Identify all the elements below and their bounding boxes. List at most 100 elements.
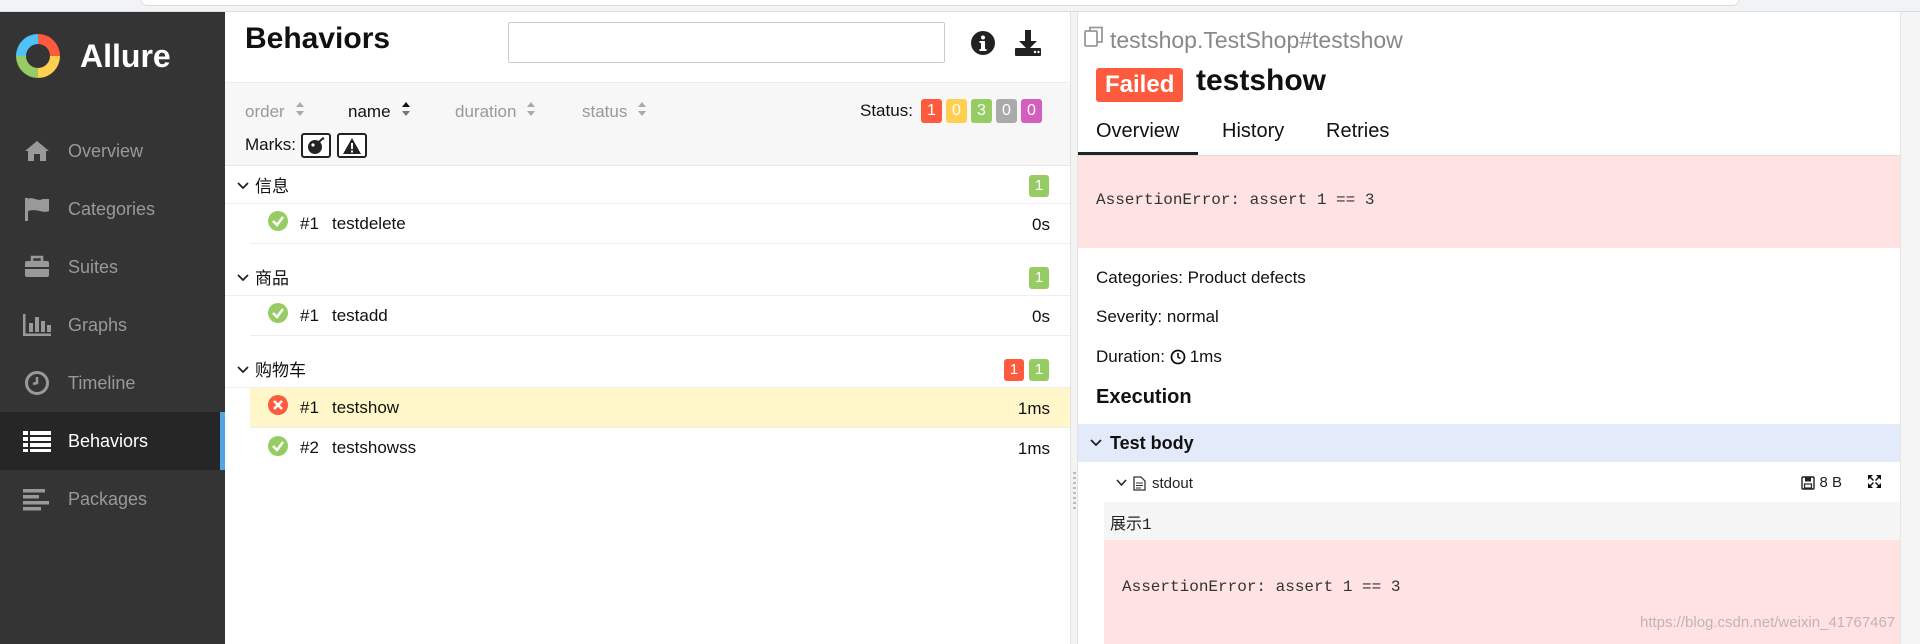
status-filter-passed[interactable]: 3	[971, 99, 992, 123]
test-duration: 1ms	[1017, 399, 1050, 418]
sort-status[interactable]: status	[582, 101, 647, 122]
test-body-section[interactable]: Test body	[1078, 424, 1900, 462]
search-input[interactable]	[508, 22, 945, 63]
briefcase-icon	[22, 255, 52, 279]
sort-order[interactable]: order	[245, 101, 305, 122]
test-name: testshow	[332, 397, 400, 417]
app-name: Allure	[80, 37, 171, 74]
status-filter-unknown[interactable]: 0	[1021, 99, 1042, 123]
download-icon[interactable]	[1013, 28, 1043, 63]
chevron-down-icon	[1090, 439, 1102, 447]
sidebar-item-suites[interactable]: Suites	[0, 238, 225, 296]
tab-overview[interactable]: Overview	[1096, 120, 1179, 143]
attachment-row[interactable]: stdout 8 B	[1108, 466, 1900, 500]
duration-value: 1ms	[1189, 347, 1222, 366]
test-title: testshow	[1196, 64, 1327, 97]
align-left-icon	[22, 487, 52, 511]
file-icon	[1133, 475, 1146, 491]
attachment-name: stdout	[1152, 474, 1193, 492]
list-icon	[22, 429, 52, 453]
chevron-down-icon	[237, 175, 249, 195]
group-header[interactable]: 信息 1	[225, 166, 1070, 204]
categories-row: Categories: Product defects	[1096, 268, 1306, 288]
sort-icon	[295, 101, 305, 122]
sort-duration-label: duration	[455, 101, 517, 121]
chevron-down-icon	[237, 359, 249, 379]
chevron-down-icon	[1116, 479, 1127, 487]
test-full-name-text: testshop.TestShop#testshow	[1110, 26, 1403, 53]
expand-icon[interactable]	[1867, 474, 1882, 493]
allure-logo-icon	[16, 34, 60, 78]
group-name: 购物车	[255, 361, 306, 380]
passed-icon	[268, 303, 288, 328]
attachment-content: 展示1	[1104, 502, 1900, 540]
test-row[interactable]: #1 testdelete 0s	[250, 204, 1070, 244]
mark-new-failed-toggle[interactable]	[337, 133, 367, 158]
test-name: testdelete	[332, 213, 406, 233]
watermark: https://blog.csdn.net/weixin_41767467	[1640, 614, 1896, 631]
test-number: #2	[300, 438, 319, 457]
sort-name[interactable]: name	[348, 101, 411, 122]
splitter-grip	[1073, 472, 1076, 512]
sidebar-item-timeline[interactable]: Timeline	[0, 354, 225, 412]
sort-icon	[637, 101, 647, 122]
behavior-group: 购物车 1 1 #1 testshow 1ms #2 testshowss 1m…	[225, 350, 1070, 468]
categories-value[interactable]: Product defects	[1188, 268, 1306, 288]
sort-toolbar: order name duration status Status: 1 0 3…	[225, 82, 1070, 166]
severity-value: normal	[1166, 307, 1219, 326]
sidebar-item-label: Behaviors	[68, 430, 149, 451]
sidebar-item-label: Timeline	[68, 372, 136, 393]
test-duration: 1ms	[1017, 439, 1050, 458]
sidebar-item-overview[interactable]: Overview	[0, 122, 225, 180]
test-number: #1	[300, 397, 319, 417]
behavior-group: 商品 1 #1 testadd 0s	[225, 258, 1070, 336]
tab-retries[interactable]: Retries	[1326, 120, 1389, 143]
passed-icon	[268, 435, 288, 461]
group-header[interactable]: 购物车 1 1	[225, 350, 1070, 388]
save-icon	[1801, 475, 1816, 490]
chevron-down-icon	[237, 267, 249, 287]
status-filter-broken[interactable]: 0	[946, 99, 967, 123]
severity-row: Severity: normal	[1096, 307, 1219, 327]
test-name: testadd	[332, 305, 388, 325]
test-row-selected[interactable]: #1 testshow 1ms	[250, 388, 1070, 428]
sidebar-item-behaviors[interactable]: Behaviors	[0, 412, 225, 470]
sidebar-item-packages[interactable]: Packages	[0, 470, 225, 528]
sidebar-item-label: Graphs	[68, 314, 128, 335]
browser-top-strip	[0, 0, 1920, 12]
attachment-size: 8 B	[1801, 474, 1842, 491]
behavior-group: 信息 1 #1 testdelete 0s	[225, 166, 1070, 244]
test-body-label: Test body	[1110, 432, 1194, 453]
copy-icon[interactable]	[1084, 26, 1104, 54]
group-header[interactable]: 商品 1	[225, 258, 1070, 296]
sort-duration[interactable]: duration	[455, 101, 536, 122]
sidebar-item-label: Packages	[68, 488, 148, 509]
status-filter-skipped[interactable]: 0	[996, 99, 1017, 123]
tab-history[interactable]: History	[1222, 120, 1284, 143]
flag-icon	[22, 196, 52, 222]
passed-icon	[268, 211, 288, 236]
scrollbar[interactable]	[1900, 12, 1920, 644]
duration-row: Duration: 1ms	[1096, 347, 1222, 367]
clock-icon	[22, 370, 52, 396]
allure-logo[interactable]: Allure	[16, 34, 171, 78]
mark-flaky-toggle[interactable]	[301, 133, 331, 158]
sidebar-item-graphs[interactable]: Graphs	[0, 296, 225, 354]
sort-order-label: order	[245, 101, 285, 121]
test-row[interactable]: #2 testshowss 1ms	[250, 428, 1070, 468]
sort-icon	[401, 101, 411, 122]
sidebar-item-label: Overview	[68, 140, 144, 161]
test-row[interactable]: #1 testadd 0s	[250, 296, 1070, 336]
group-name: 商品	[255, 269, 289, 288]
info-icon[interactable]	[970, 30, 996, 61]
test-duration: 0s	[1032, 215, 1050, 234]
test-full-name: testshop.TestShop#testshow	[1084, 26, 1403, 54]
pane-splitter[interactable]	[1070, 12, 1078, 644]
sidebar: Allure Overview Categories Suites Graphs…	[0, 12, 225, 644]
bomb-icon	[308, 136, 325, 154]
test-name: testshowss	[332, 438, 417, 457]
address-bar[interactable]	[140, 0, 1740, 6]
status-filter-failed[interactable]: 1	[921, 99, 942, 123]
execution-title: Execution	[1096, 386, 1192, 408]
sidebar-item-categories[interactable]: Categories	[0, 180, 225, 238]
